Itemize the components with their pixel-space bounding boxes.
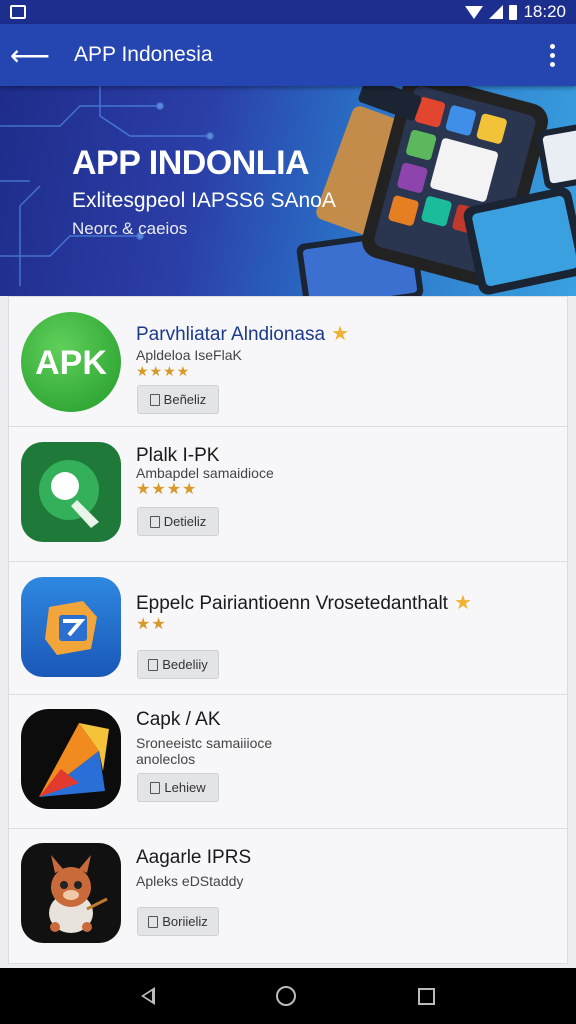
- list-item[interactable]: Plalk I-PK Ambapdel samaidioce ★★★★ Deti…: [9, 427, 569, 562]
- app-description: Apldeloa IseFlaK: [136, 347, 242, 363]
- document-icon: [150, 781, 161, 794]
- app-description: Sroneeistc samaiiioce: [136, 735, 273, 751]
- app-name: Capk / AK: [136, 709, 221, 730]
- app-bar: ⟵ APP Indonesia: [0, 24, 576, 86]
- featured-star-icon: ★: [453, 592, 472, 614]
- list-item[interactable]: Eppelc Pairiantioenn Vrosetedanthalt ★ ★★…: [9, 562, 569, 695]
- rating-stars: ★★★★: [136, 481, 198, 498]
- featured-star-icon: ★: [331, 323, 350, 345]
- details-button[interactable]: Boriieliz: [137, 907, 219, 936]
- app-list: APK Parvhliatar Alndionasa ★ Apldeloa Ise…: [8, 296, 569, 965]
- svg-text:APK: APK: [35, 344, 107, 382]
- promo-banner[interactable]: APP INDONLIA Exlitesgpeol IAPSS6 SAnoA N…: [0, 86, 576, 296]
- list-item[interactable]: Aagarle IPRS Apleks eDStaddy Boriieliz: [9, 829, 569, 965]
- document-icon: [148, 915, 159, 928]
- banner-title: APP INDONLIA: [72, 144, 310, 182]
- app-name: Plalk I-PK: [136, 445, 220, 466]
- apk-green-icon: APK: [21, 312, 121, 412]
- status-time: 18:20: [523, 2, 566, 21]
- app-name: Parvhliatar Alndionasa ★: [136, 323, 350, 345]
- paper-plane-icon: [21, 709, 121, 809]
- document-icon: [149, 393, 160, 406]
- details-button[interactable]: Beñeliz: [137, 385, 219, 414]
- battery-icon: [509, 4, 518, 20]
- app-name: Aagarle IPRS: [136, 847, 252, 868]
- app-description: Apleks eDStaddy: [136, 873, 244, 889]
- document-icon: [148, 658, 159, 671]
- rating-stars: ★★: [136, 616, 167, 633]
- document-icon: [149, 515, 160, 528]
- status-bar: 18:20: [0, 0, 576, 24]
- nav-recents-icon[interactable]: [418, 987, 436, 1005]
- nav-home-icon[interactable]: [276, 986, 297, 1006]
- blue-box-icon: [21, 577, 121, 677]
- details-button[interactable]: Bedeliiy: [137, 650, 219, 679]
- app-bar-title: APP Indonesia: [74, 43, 213, 66]
- banner-subtitle: Exlitesgpeol IAPSS6 SAnoA: [72, 189, 336, 212]
- overflow-menu-icon[interactable]: [528, 24, 576, 86]
- list-item[interactable]: APK Parvhliatar Alndionasa ★ Apldeloa Ise…: [9, 297, 569, 427]
- details-button[interactable]: Detieliz: [137, 507, 219, 536]
- rating-stars: ★★★★: [136, 363, 191, 379]
- signal-icon: [489, 5, 504, 19]
- app-description-line2: anoleclos: [136, 751, 196, 767]
- banner-caption: Neorc & caeios: [72, 219, 188, 238]
- magnifier-green-icon: [21, 442, 121, 542]
- sim-icon: [10, 5, 26, 19]
- app-name: Eppelc Pairiantioenn Vrosetedanthalt ★: [136, 592, 472, 614]
- wifi-icon: [465, 5, 484, 19]
- system-navigation-bar: [0, 968, 576, 1024]
- nav-back-icon[interactable]: [140, 987, 155, 1005]
- back-arrow-icon[interactable]: ⟵: [0, 24, 60, 86]
- list-item[interactable]: Capk / AK Sroneeistc samaiiioce anoleclo…: [9, 695, 569, 829]
- llama-mascot-icon: [21, 843, 121, 943]
- details-button[interactable]: Lehiew: [137, 773, 219, 802]
